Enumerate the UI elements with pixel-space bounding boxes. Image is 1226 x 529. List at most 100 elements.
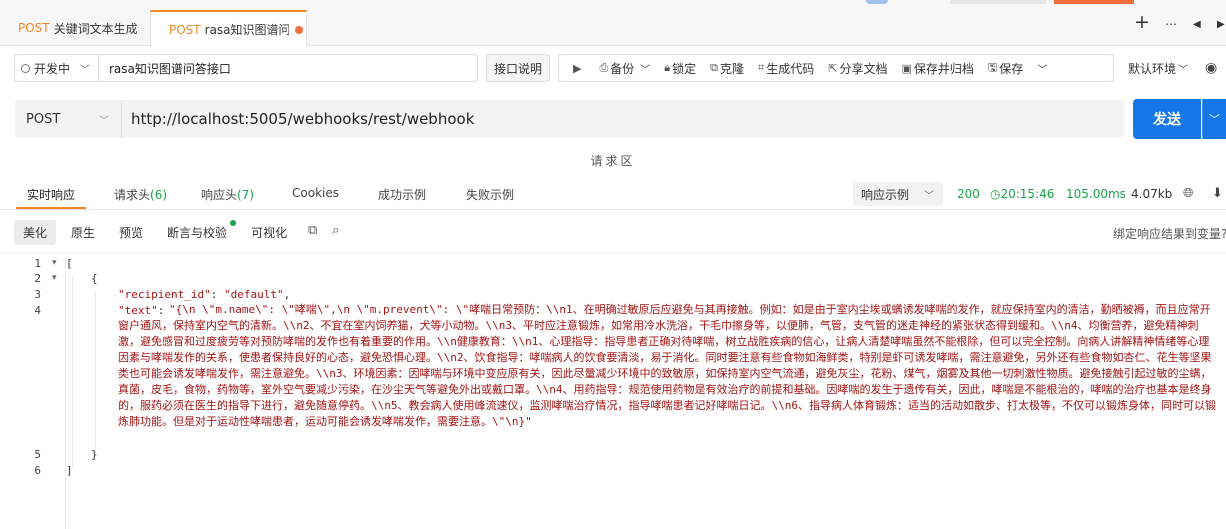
response-time-value: 20:15:46 xyxy=(1000,187,1055,201)
method-label: POST xyxy=(26,111,61,127)
clone-button[interactable]: ⧉ 克隆 xyxy=(710,60,744,77)
tab-request-headers[interactable]: 请求头(6) xyxy=(114,186,167,203)
download-icon[interactable]: ⬇ xyxy=(1212,186,1223,201)
generate-code-button[interactable]: ⌗ 生成代码 xyxy=(758,60,814,77)
backup-button[interactable]: ⎙ 备份 ﹀ xyxy=(599,60,650,77)
line-number: 2 xyxy=(34,272,41,285)
json-open-brace: { xyxy=(91,272,98,285)
fold-arrow-icon[interactable]: ▾ xyxy=(52,273,57,283)
clone-label: 克隆 xyxy=(720,61,745,76)
json-close-brace: } xyxy=(91,448,98,461)
run-button[interactable]: ▶ xyxy=(573,62,583,75)
upgrade-button[interactable] xyxy=(1054,0,1134,4)
tab-rasa-qa[interactable]: POST rasa知识图谱问答 xyxy=(150,10,307,47)
tab-keyword-generation[interactable]: POST 关键词文本生成 xyxy=(0,10,156,46)
generate-code-label: 生成代码 xyxy=(766,61,815,76)
search-icon[interactable]: ⌕ xyxy=(332,223,339,238)
tab-success-example[interactable]: 成功示例 xyxy=(378,186,426,203)
action-toolbar: ▶ ⎙ 备份 ﹀ 🔒︎ 锁定 ⧉ 克隆 ⌗ 生成代码 ⇱ 分享文档 ▣ 保存并归档 🖫 保存 ﹀ xyxy=(558,54,1114,82)
bind-variable-link[interactable]: 绑定响应结果到变量? xyxy=(1113,225,1226,242)
play-icon: ▶ xyxy=(573,61,582,75)
status-ring-icon xyxy=(21,63,30,73)
lock-button[interactable]: 🔒︎ 锁定 xyxy=(664,60,696,77)
active-tab-underline xyxy=(16,207,86,209)
save-label: 保存 xyxy=(999,61,1024,76)
chevron-down-icon: ﹀ xyxy=(1178,64,1189,76)
line-number: 5 xyxy=(34,448,41,461)
status-dot-icon xyxy=(230,219,237,226)
clone-icon: ⧉ xyxy=(710,61,719,74)
send-dropdown-icon[interactable]: ﹀ xyxy=(1202,99,1226,139)
view-tab-assert[interactable]: 断言与校验 xyxy=(158,219,237,245)
tab-next-icon[interactable]: ▶ xyxy=(1217,19,1225,30)
top-placeholder xyxy=(950,0,1046,4)
environment-select[interactable]: 开发中 ﹀ xyxy=(14,54,98,82)
save-icon: 🖫 xyxy=(987,60,998,74)
json-open-bracket: [ xyxy=(66,257,73,270)
json-recipient-line: "recipient_id": "default", xyxy=(118,288,291,301)
backup-label: 备份 xyxy=(610,61,635,76)
code-icon: ⌗ xyxy=(758,61,765,74)
send-button[interactable]: 发送 xyxy=(1133,99,1201,139)
chevron-down-icon: ﹀ xyxy=(924,190,934,202)
environment-label: 开发中 xyxy=(34,61,71,76)
view-tab-preview[interactable]: 预览 xyxy=(110,220,152,245)
lock-icon: 🔒︎ xyxy=(664,61,671,74)
tab-method: POST xyxy=(169,22,201,37)
response-headers-count: (7) xyxy=(237,188,255,202)
request-headers-count: (6) xyxy=(150,188,168,202)
add-tab-icon[interactable]: + xyxy=(1134,11,1150,33)
save-archive-label: 保存并归档 xyxy=(913,61,974,76)
chevron-down-icon: ﹀ xyxy=(80,64,91,76)
view-tab-assert-label: 断言与校验 xyxy=(167,225,228,240)
response-example-select[interactable]: 响应示例 ﹀ xyxy=(853,182,943,206)
status-code: 200 xyxy=(957,187,980,201)
json-close-bracket: ] xyxy=(66,464,73,477)
save-button[interactable]: 🖫 保存 xyxy=(988,59,1023,78)
tab-cookies[interactable]: Cookies xyxy=(292,186,339,200)
url-input[interactable]: http://localhost:5005/webhooks/rest/webh… xyxy=(121,100,1124,138)
line-gutter: 1 2 3 4 5 6 ▾ ▾ xyxy=(0,253,66,529)
tab-prev-icon[interactable]: ◀ xyxy=(1193,19,1201,30)
json-text-value: "{\n \"m.name\": \"哮喘\",\n \"m.prevent\"… xyxy=(118,303,1216,428)
save-archive-button[interactable]: ▣ 保存并归档 xyxy=(902,60,974,77)
json-value: "default" xyxy=(223,288,284,301)
response-body-viewer[interactable]: 1 2 3 4 5 6 ▾ ▾ [ { "recipient_id": "def… xyxy=(0,252,1226,529)
line-number: 4 xyxy=(34,304,41,317)
view-tab-pretty[interactable]: 美化 xyxy=(14,219,57,245)
tab-response-headers-label: 响应头 xyxy=(201,188,238,202)
chevron-down-icon: ﹀ xyxy=(640,64,651,76)
copy-icon[interactable]: ⧉ xyxy=(308,223,317,238)
api-doc-button[interactable]: 接口说明 xyxy=(486,54,550,82)
response-size: 4.07kb xyxy=(1131,187,1173,201)
line-number: 3 xyxy=(34,288,41,301)
request-area-label: 请求区 xyxy=(590,154,636,168)
lock-label: 锁定 xyxy=(672,61,697,76)
api-name-input[interactable]: rasa知识图谱问答接口 xyxy=(98,54,478,82)
line-number: 6 xyxy=(34,464,41,477)
default-env-select[interactable]: 默认环境 ﹀ xyxy=(1128,54,1188,82)
json-key: "recipient_id" xyxy=(118,288,211,301)
line-number: 1 xyxy=(34,257,41,270)
response-time: ◷20:15:46 xyxy=(990,187,1054,201)
unsaved-dot-icon xyxy=(294,25,303,34)
save-dropdown-button[interactable]: ﹀ xyxy=(1037,61,1047,76)
share-doc-button[interactable]: ⇱ 分享文档 xyxy=(828,60,887,77)
globe-icon[interactable]: 🌐︎ xyxy=(1183,186,1193,201)
clock-icon: ◷ xyxy=(990,187,1001,201)
tab-title: 关键词文本生成 xyxy=(53,21,138,36)
fold-arrow-icon[interactable]: ▾ xyxy=(52,258,57,268)
view-tab-visualize[interactable]: 可视化 xyxy=(242,220,296,245)
tab-response-headers[interactable]: 响应头(7) xyxy=(201,186,254,203)
more-icon[interactable]: ⋯ xyxy=(1165,17,1177,31)
response-duration: 105.00ms xyxy=(1066,187,1126,201)
view-tab-raw[interactable]: 原生 xyxy=(62,220,104,245)
tab-title: rasa知识图谱问答 xyxy=(204,23,289,37)
avatar[interactable] xyxy=(866,0,888,4)
method-select[interactable]: POST ﹀ xyxy=(15,100,121,138)
eye-icon[interactable]: ◉ xyxy=(1205,60,1217,76)
share-icon: ⇱ xyxy=(828,61,838,75)
tab-method: POST xyxy=(18,21,50,35)
tab-realtime-response[interactable]: 实时响应 xyxy=(27,186,75,203)
tab-fail-example[interactable]: 失败示例 xyxy=(466,186,514,203)
